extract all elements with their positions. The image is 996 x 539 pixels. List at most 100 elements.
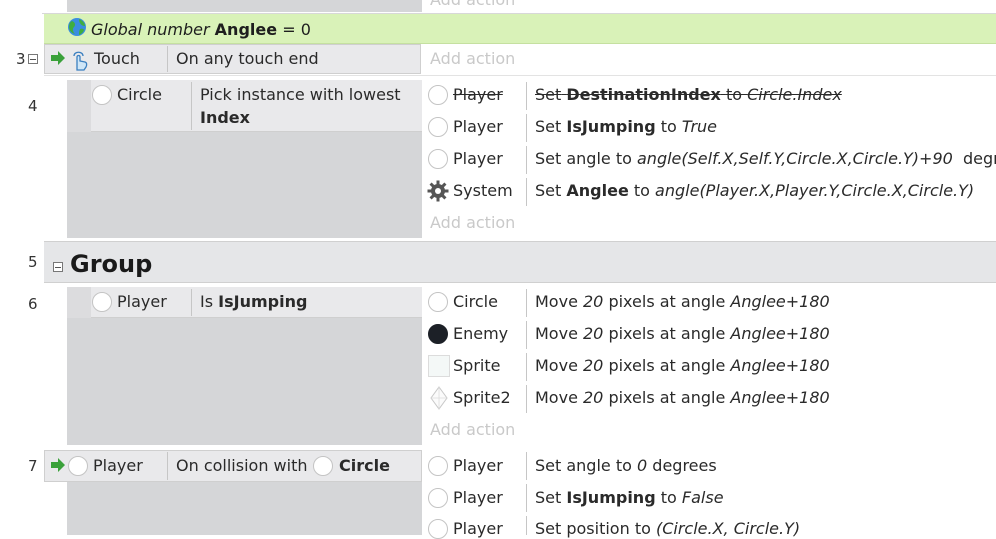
action-object-name[interactable]: Circle <box>453 292 498 311</box>
action-text[interactable]: Set IsJumping to True <box>535 117 717 136</box>
group-collapse-toggle[interactable] <box>53 262 63 272</box>
divider <box>526 385 527 413</box>
enemy-object-icon <box>428 324 448 344</box>
event-number: 3 <box>16 50 26 68</box>
action-variable: IsJumping <box>566 488 656 507</box>
action-verb: Move <box>535 324 578 343</box>
action-tail: degrees <box>962 149 996 168</box>
condition-target[interactable]: Circle <box>339 456 390 475</box>
action-value: 20 <box>583 356 604 375</box>
divider <box>167 46 168 72</box>
divider <box>191 289 192 316</box>
group-header[interactable] <box>44 241 996 283</box>
divider <box>526 516 527 535</box>
player-object-icon <box>428 488 448 508</box>
action-object-name[interactable]: System <box>453 181 513 200</box>
player-object-icon <box>428 456 448 476</box>
action-text[interactable]: Set IsJumping to False <box>535 488 724 507</box>
action-mid: pixels at angle <box>608 292 726 311</box>
action-angle: Anglee+180 <box>730 292 830 311</box>
action-object-name[interactable]: Sprite <box>453 356 500 375</box>
action-verb: Move <box>535 292 578 311</box>
global-var-prefix: Global number <box>91 19 210 39</box>
action-variable: DestinationIndex <box>566 85 721 104</box>
divider <box>526 82 527 110</box>
action-verb: Move <box>535 356 578 375</box>
action-value: False <box>681 488 724 507</box>
add-action-link[interactable]: Add action <box>430 213 515 232</box>
action-mid: to <box>633 181 650 200</box>
divider <box>526 289 527 317</box>
action-text[interactable]: Move 20 pixels at angle Anglee+180 <box>535 292 830 311</box>
action-verb: Set <box>535 85 562 104</box>
action-text[interactable]: Set Anglee to angle(Player.X,Player.Y,Ci… <box>535 181 974 200</box>
action-value: angle(Player.X,Player.Y,Circle.X,Circle.… <box>655 181 975 200</box>
event-number: 6 <box>28 295 38 313</box>
action-tail: degrees <box>652 456 717 475</box>
condition-text[interactable]: Is IsJumping <box>200 292 307 311</box>
action-object-name[interactable]: Sprite2 <box>453 388 511 407</box>
action-text[interactable]: Set angle to angle(Self.X,Self.Y,Circle.… <box>535 149 996 168</box>
trigger-arrow-icon <box>50 458 66 476</box>
action-text-disabled[interactable]: Set DestinationIndex to Circle.Index <box>535 85 842 104</box>
condition-text[interactable]: On any touch end <box>176 49 319 68</box>
condition-bold-param: IsJumping <box>218 292 308 311</box>
action-text[interactable]: Move 20 pixels at angle Anglee+180 <box>535 356 830 375</box>
action-angle: Anglee+180 <box>730 324 830 343</box>
condition-text-line2[interactable]: Index <box>200 108 250 127</box>
condition-object-name[interactable]: Touch <box>94 49 140 68</box>
event-grey-area-top <box>67 0 422 12</box>
divider <box>526 146 527 174</box>
trigger-arrow-icon <box>50 51 66 69</box>
condition-text[interactable]: On collision with <box>176 456 307 475</box>
condition-object-name[interactable]: Player <box>93 456 143 475</box>
action-object-name[interactable]: Player <box>453 488 503 507</box>
event-indent-bar <box>67 287 91 318</box>
action-variable: IsJumping <box>566 117 656 136</box>
action-verb: Set angle to <box>535 456 632 475</box>
action-value: 0 <box>637 456 648 475</box>
player-object-icon <box>428 117 448 137</box>
action-object-name[interactable]: Player <box>453 456 503 475</box>
action-text[interactable]: Set angle to 0 degrees <box>535 456 717 475</box>
action-value: (Circle.X, Circle.Y) <box>655 519 801 538</box>
condition-verb: Is <box>200 292 214 311</box>
action-angle: Anglee+180 <box>730 388 830 407</box>
global-var-eq: = <box>282 19 296 39</box>
circle-object-icon <box>92 85 112 105</box>
divider <box>526 484 527 512</box>
condition-object-name[interactable]: Player <box>117 292 167 311</box>
sprite-object-icon <box>428 355 450 377</box>
action-object-name[interactable]: Enemy <box>453 324 508 343</box>
divider <box>191 82 192 130</box>
action-angle: Anglee+180 <box>730 356 830 375</box>
action-text[interactable]: Move 20 pixels at angle Anglee+180 <box>535 388 830 407</box>
action-text[interactable]: Move 20 pixels at angle Anglee+180 <box>535 324 830 343</box>
collapse-toggle[interactable] <box>28 54 38 64</box>
divider <box>526 114 527 142</box>
action-object-name[interactable]: Player <box>453 519 503 538</box>
action-value: angle(Self.X,Self.Y,Circle.X,Circle.Y)+9… <box>637 149 953 168</box>
action-mid: pixels at angle <box>608 388 726 407</box>
group-title[interactable]: Group <box>70 250 152 278</box>
add-action-link[interactable]: Add action <box>430 420 515 439</box>
event-number: 5 <box>28 253 38 271</box>
player-object-icon <box>428 85 448 105</box>
global-var-value: 0 <box>300 19 311 39</box>
action-object-name[interactable]: Player <box>453 85 503 104</box>
add-action-link[interactable]: Add action <box>430 49 515 68</box>
condition-text-line1[interactable]: Pick instance with lowest <box>200 85 401 104</box>
action-verb: Set <box>535 181 562 200</box>
divider <box>526 178 527 206</box>
circle-object-icon <box>313 456 333 476</box>
event-number: 4 <box>28 97 38 115</box>
condition-object-name[interactable]: Circle <box>117 85 162 104</box>
globe-icon <box>67 17 87 41</box>
action-text[interactable]: Set position to (Circle.X, Circle.Y) <box>535 519 800 538</box>
action-object-name[interactable]: Player <box>453 117 503 136</box>
player-object-icon <box>68 456 88 476</box>
add-action-link[interactable]: Add action <box>430 0 515 9</box>
gear-icon <box>427 180 449 206</box>
action-object-name[interactable]: Player <box>453 149 503 168</box>
action-value: True <box>681 117 717 136</box>
